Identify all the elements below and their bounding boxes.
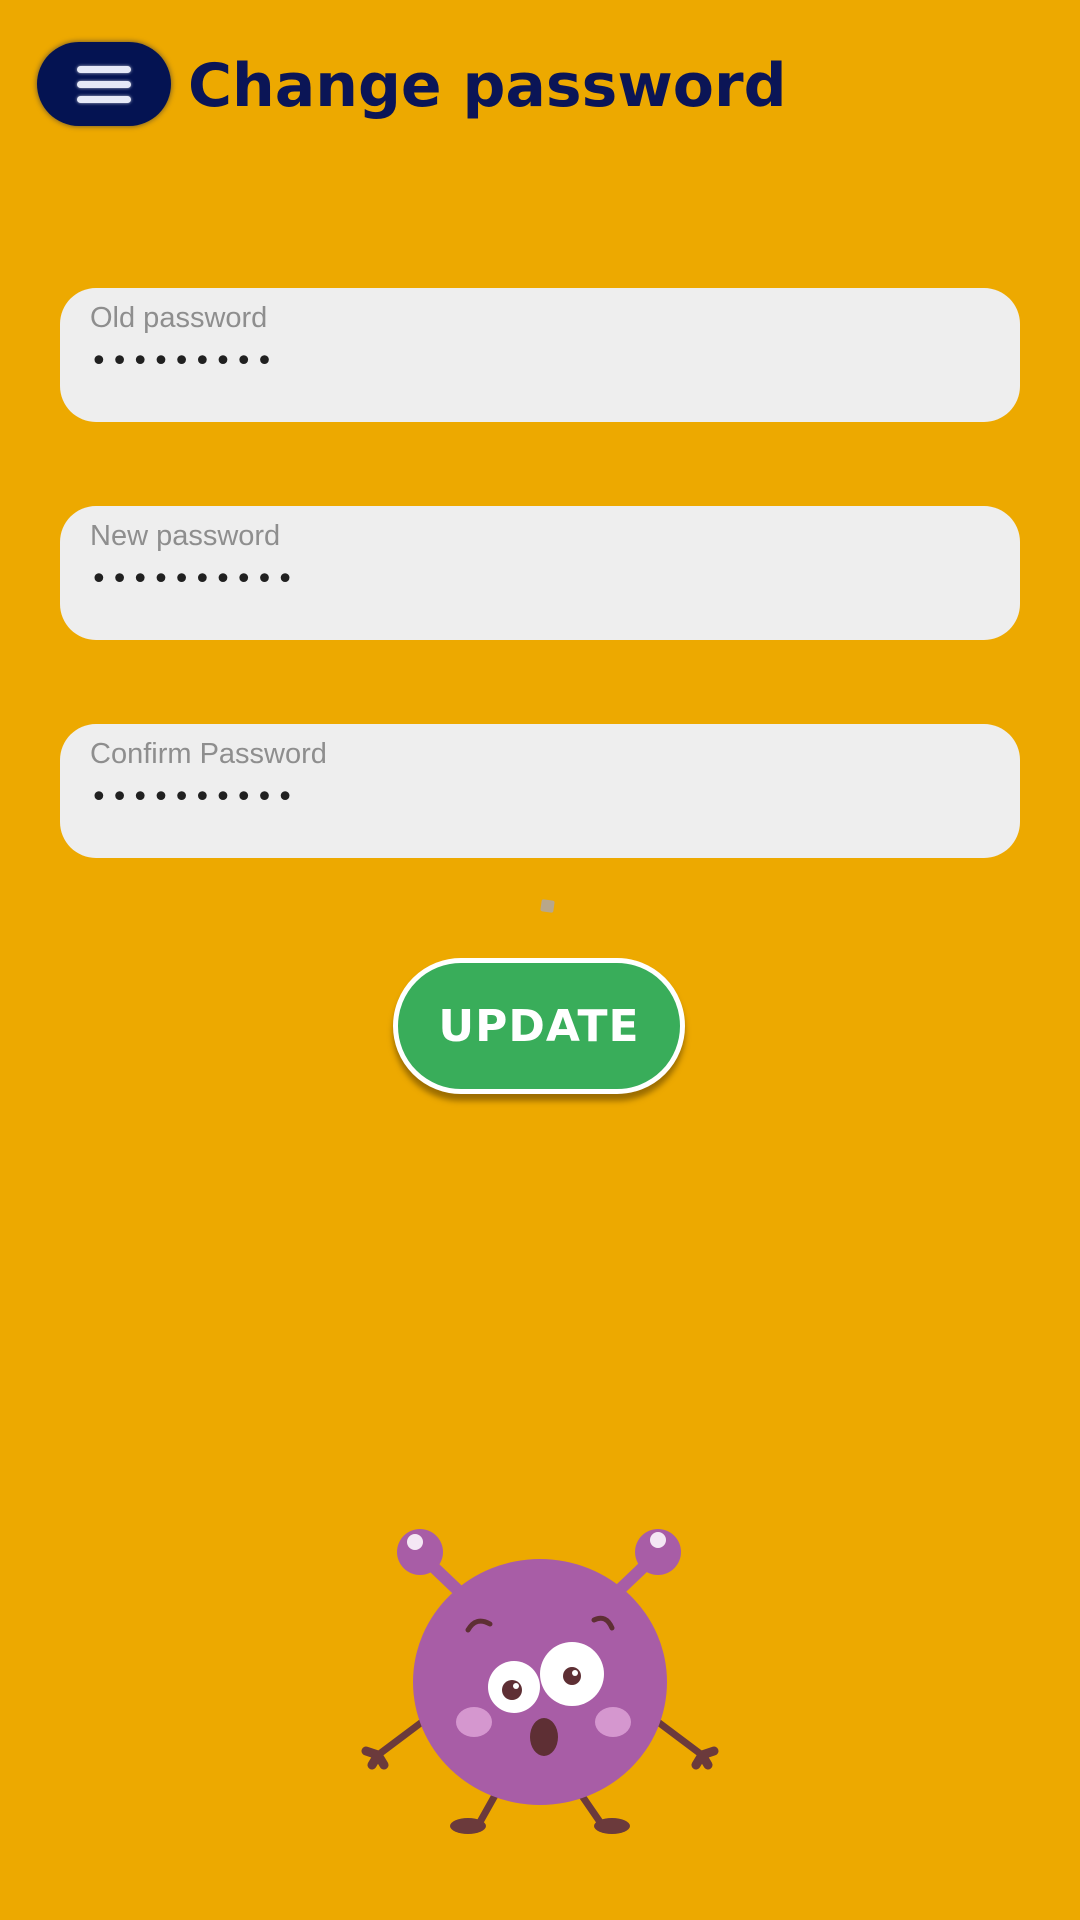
update-button[interactable]: UPDATE [393, 958, 685, 1094]
hamburger-menu-icon-bar [77, 95, 131, 103]
hamburger-menu-icon-bar [77, 80, 131, 88]
purple-monster-mascot-icon [361, 1529, 719, 1834]
change-password-screen: Change password Old password ••••••••• N… [0, 0, 1080, 1920]
decorative-dot [540, 899, 555, 913]
confirm-password-value[interactable]: •••••••••• [90, 780, 297, 815]
new-password-label: New password [90, 520, 281, 552]
old-password-field[interactable]: Old password ••••••••• [60, 288, 1020, 422]
page-title: Change password [188, 51, 787, 121]
confirm-password-label: Confirm Password [90, 738, 327, 770]
hamburger-menu-icon [77, 65, 131, 73]
new-password-value[interactable]: •••••••••• [90, 562, 297, 597]
new-password-field[interactable]: New password •••••••••• [60, 506, 1020, 640]
old-password-label: Old password [90, 302, 268, 334]
menu-button[interactable] [37, 42, 171, 126]
confirm-password-field[interactable]: Confirm Password •••••••••• [60, 724, 1020, 858]
old-password-value[interactable]: ••••••••• [90, 344, 276, 379]
